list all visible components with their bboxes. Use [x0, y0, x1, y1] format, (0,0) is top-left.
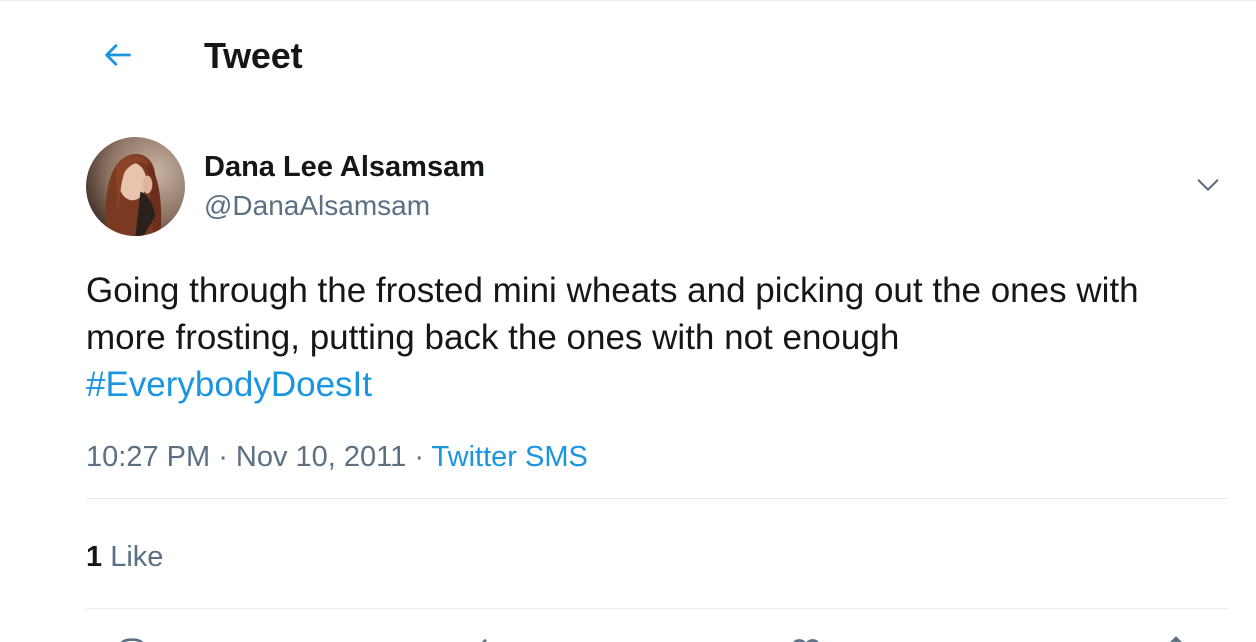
- retweet-icon[interactable]: [476, 633, 516, 642]
- share-icon[interactable]: [1156, 633, 1196, 642]
- meta-separator: ·: [406, 441, 432, 473]
- meta-separator: ·: [210, 441, 236, 473]
- page-title: Tweet: [204, 35, 303, 76]
- heart-icon[interactable]: [786, 633, 826, 642]
- tweet-body: Going through the frosted mini wheats an…: [86, 267, 1226, 408]
- likes-label: Like: [110, 541, 164, 573]
- user-handle[interactable]: @DanaAlsamsam: [204, 190, 430, 222]
- avatar[interactable]: [86, 137, 185, 236]
- tweet-page: Tweet Dana Lee Alsamsam @DanaAlsamsam Go…: [0, 0, 1256, 642]
- tweet-actions: [86, 629, 1228, 642]
- reply-icon[interactable]: [112, 633, 152, 642]
- likes-stat[interactable]: 1 Like: [86, 541, 163, 574]
- more-options-button[interactable]: [1188, 167, 1228, 207]
- likes-count: 1: [86, 541, 103, 573]
- display-name[interactable]: Dana Lee Alsamsam: [204, 151, 485, 184]
- hashtag-link[interactable]: #EverybodyDoesIt: [86, 365, 372, 404]
- tweet-author: Dana Lee Alsamsam @DanaAlsamsam: [86, 137, 1228, 237]
- tweet-date[interactable]: Nov 10, 2011: [236, 441, 406, 473]
- tweet-text: Going through the frosted mini wheats an…: [86, 271, 1139, 357]
- tweet-meta: 10:27 PM · Nov 10, 2011 · Twitter SMS: [86, 441, 588, 474]
- back-button[interactable]: [92, 31, 144, 83]
- divider: [86, 498, 1228, 499]
- page-header: Tweet: [0, 1, 1256, 109]
- tweet-source-link[interactable]: Twitter SMS: [432, 441, 588, 473]
- divider: [86, 608, 1228, 609]
- chevron-down-icon: [1194, 171, 1222, 204]
- arrow-left-icon: [101, 38, 135, 77]
- tweet-time[interactable]: 10:27 PM: [86, 441, 210, 473]
